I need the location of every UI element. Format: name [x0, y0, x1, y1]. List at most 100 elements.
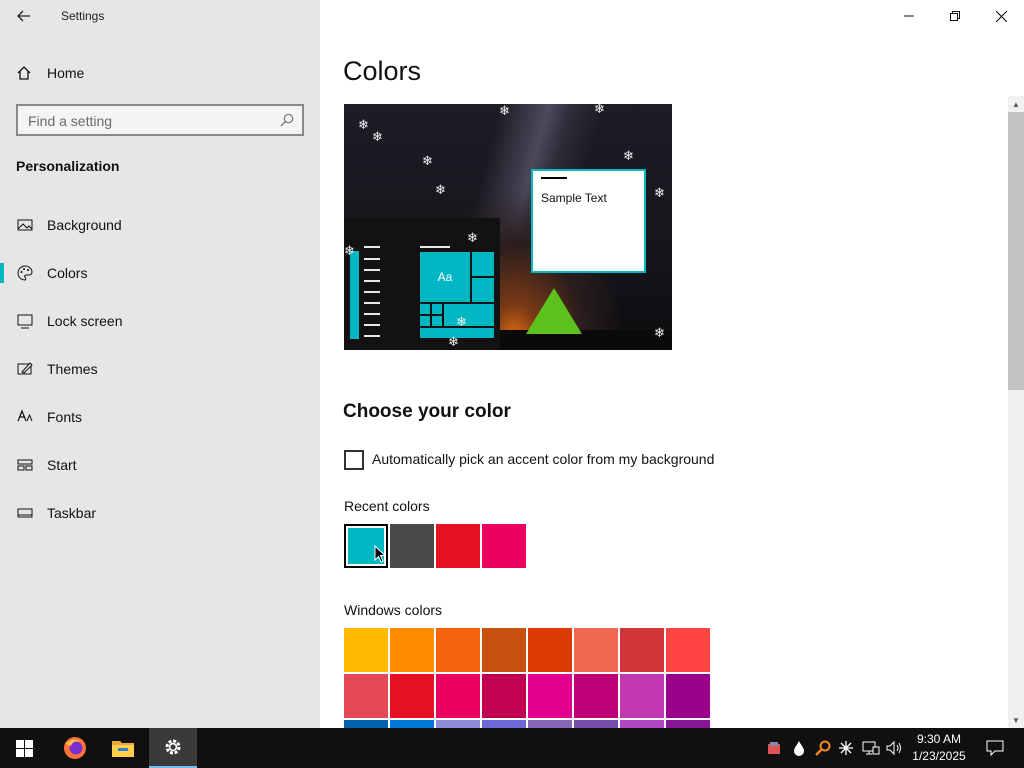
sidebar-item-label: Themes — [47, 361, 98, 377]
home-icon — [17, 66, 31, 80]
windows-color-swatch[interactable] — [390, 628, 434, 672]
sidebar-item-start[interactable]: Start — [0, 445, 320, 485]
preview-menu-line — [364, 246, 380, 248]
start-icon — [17, 459, 33, 471]
sidebar-item-background[interactable]: Background — [0, 205, 320, 245]
clock[interactable]: 9:30 AM 1/23/2025 — [906, 731, 972, 765]
page-title: Colors — [343, 56, 422, 86]
snowflake-icon: ❄ — [467, 230, 478, 245]
restore-button[interactable] — [932, 0, 978, 32]
home-nav-item[interactable]: Home — [0, 54, 320, 92]
tray-network[interactable] — [860, 728, 882, 768]
section-title: Personalization — [16, 158, 120, 174]
windows-color-swatch[interactable] — [344, 720, 388, 728]
preview-sample-text: Sample Text — [541, 191, 607, 205]
minimize-button[interactable] — [886, 0, 932, 32]
scroll-down-button[interactable]: ▼ — [1008, 712, 1024, 728]
windows-color-swatch[interactable] — [482, 628, 526, 672]
preview-tile — [472, 252, 494, 276]
action-center-button[interactable] — [980, 728, 1010, 768]
taskbar-settings[interactable] — [149, 728, 197, 768]
windows-colors-label: Windows colors — [344, 602, 443, 618]
close-button[interactable] — [978, 0, 1024, 32]
windows-color-swatch[interactable] — [436, 720, 480, 728]
preview-menu-line — [364, 324, 380, 326]
tray-volume[interactable] — [884, 728, 906, 768]
search-placeholder: Find a setting — [28, 113, 113, 129]
preview-menu-line — [364, 302, 380, 304]
firefox-icon — [64, 737, 86, 759]
taskbar-file-explorer[interactable] — [99, 728, 147, 768]
windows-color-swatch[interactable] — [620, 628, 664, 672]
network-icon — [862, 741, 880, 755]
sidebar-item-colors[interactable]: Colors — [0, 253, 320, 293]
snowflake-tray-icon — [839, 741, 853, 755]
sidebar-item-label: Taskbar — [47, 505, 97, 521]
windows-color-swatch[interactable] — [390, 720, 434, 728]
preview-menu-line — [364, 258, 380, 260]
notification-icon — [986, 740, 1004, 756]
scroll-up-button[interactable]: ▲ — [1008, 96, 1024, 112]
snowflake-icon: ❄ — [344, 243, 355, 258]
preview-menu-line — [364, 280, 380, 282]
snowflake-icon: ❄ — [456, 314, 467, 329]
fonts-icon — [17, 409, 33, 422]
taskbar-icon — [17, 508, 33, 518]
windows-color-swatch[interactable] — [482, 720, 526, 728]
droplet-icon — [794, 741, 804, 756]
minimize-icon — [904, 15, 914, 17]
lock-screen-icon — [17, 314, 33, 329]
windows-color-swatch[interactable] — [528, 720, 572, 728]
windows-color-swatch[interactable] — [666, 674, 710, 718]
windows-color-swatch[interactable] — [666, 720, 710, 728]
windows-color-swatch[interactable] — [574, 674, 618, 718]
auto-pick-checkbox[interactable] — [344, 450, 364, 470]
windows-color-swatch[interactable] — [620, 674, 664, 718]
windows-color-swatch[interactable] — [482, 674, 526, 718]
auto-pick-label[interactable]: Automatically pick an accent color from … — [372, 451, 714, 467]
snowflake-icon: ❄ — [422, 153, 433, 168]
file-explorer-icon — [112, 741, 134, 757]
windows-color-swatch[interactable] — [390, 674, 434, 718]
back-button[interactable] — [8, 4, 40, 28]
recent-color-swatch[interactable] — [436, 524, 480, 568]
sidebar-item-themes[interactable]: Themes — [0, 349, 320, 389]
volume-icon — [886, 740, 901, 756]
search-input[interactable]: Find a setting — [16, 104, 304, 136]
preview-tiles-header — [420, 246, 450, 248]
windows-color-swatch[interactable] — [620, 720, 664, 728]
tray-droplet[interactable] — [789, 728, 809, 768]
tray-app[interactable] — [764, 728, 784, 768]
windows-color-swatch[interactable] — [344, 674, 388, 718]
windows-color-swatch[interactable] — [436, 628, 480, 672]
snowflake-icon: ❄ — [654, 325, 665, 340]
windows-color-swatch[interactable] — [574, 720, 618, 728]
scrollbar-thumb[interactable] — [1008, 112, 1024, 390]
windows-color-swatch[interactable] — [528, 674, 572, 718]
preview-tile — [432, 304, 442, 314]
recent-color-swatch[interactable] — [390, 524, 434, 568]
image-icon — [17, 219, 33, 231]
snowflake-icon: ❄ — [623, 148, 634, 163]
recent-color-swatch[interactable] — [482, 524, 526, 568]
sidebar-item-label: Lock screen — [47, 313, 123, 329]
sidebar-item-lock-screen[interactable]: Lock screen — [0, 301, 320, 341]
windows-color-swatch[interactable] — [436, 674, 480, 718]
app-title: Settings — [61, 9, 105, 23]
preview-window-bar — [541, 177, 567, 179]
tray-snowflake[interactable] — [836, 728, 856, 768]
sidebar-item-taskbar[interactable]: Taskbar — [0, 493, 320, 533]
start-button[interactable] — [0, 728, 48, 768]
snowflake-icon: ❄ — [448, 334, 459, 349]
home-label: Home — [47, 65, 85, 81]
windows-color-swatch[interactable] — [344, 628, 388, 672]
tray-search[interactable] — [812, 728, 834, 768]
tent-image — [526, 288, 582, 334]
windows-logo-icon — [15, 739, 33, 757]
windows-color-swatch[interactable] — [528, 628, 572, 672]
windows-color-swatch[interactable] — [666, 628, 710, 672]
windows-color-swatch[interactable] — [574, 628, 618, 672]
taskbar-firefox[interactable] — [51, 728, 99, 768]
sidebar-item-fonts[interactable]: Fonts — [0, 397, 320, 437]
sidebar-item-label: Colors — [47, 265, 88, 281]
